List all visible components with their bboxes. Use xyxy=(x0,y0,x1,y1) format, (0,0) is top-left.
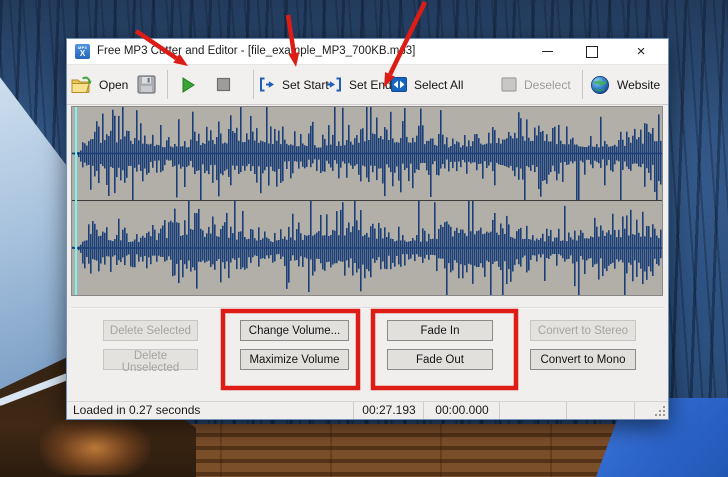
screen: MP3 X Free MP3 Cutter and Editor - [file… xyxy=(0,0,728,477)
globe-icon xyxy=(590,75,610,95)
website-button[interactable]: Website xyxy=(590,65,660,104)
play-button[interactable] xyxy=(179,65,197,104)
minimize-icon xyxy=(542,51,553,52)
resize-grip[interactable] xyxy=(654,405,667,418)
set-start-label: Set Start xyxy=(282,78,329,92)
toolbar-separator xyxy=(253,70,254,99)
background-window-glow xyxy=(40,415,150,475)
deselect-button[interactable]: Deselect xyxy=(501,65,571,104)
app-icon-letter: X xyxy=(75,50,90,58)
toolbar-separator xyxy=(167,70,168,99)
delete-unselected-button[interactable]: Delete Unselected xyxy=(103,349,198,370)
save-button[interactable] xyxy=(137,65,156,104)
fade-out-button[interactable]: Fade Out xyxy=(387,349,493,370)
deselect-icon xyxy=(501,77,517,92)
delete-selected-button[interactable]: Delete Selected xyxy=(103,320,198,341)
toolbar-separator xyxy=(582,70,583,99)
change-volume-button[interactable]: Change Volume... xyxy=(240,320,349,341)
close-button[interactable]: × xyxy=(624,39,658,64)
maximize-icon xyxy=(586,46,598,58)
deselect-label: Deselect xyxy=(524,78,571,92)
convert-to-mono-button[interactable]: Convert to Mono xyxy=(530,349,636,370)
maximize-volume-button[interactable]: Maximize Volume xyxy=(240,349,349,370)
title-bar[interactable]: MP3 X Free MP3 Cutter and Editor - [file… xyxy=(67,39,668,64)
set-end-button[interactable]: Set End xyxy=(326,65,392,104)
status-cell-empty xyxy=(566,402,635,419)
set-end-icon xyxy=(326,77,342,92)
convert-to-stereo-button[interactable]: Convert to Stereo xyxy=(530,320,636,341)
stop-button[interactable] xyxy=(216,65,231,104)
select-all-label: Select All xyxy=(414,78,463,92)
select-all-icon xyxy=(391,77,407,92)
playback-cursor[interactable] xyxy=(75,107,77,295)
save-floppy-icon xyxy=(137,75,156,94)
status-message: Loaded in 0.27 seconds xyxy=(73,402,200,419)
set-start-button[interactable]: Set Start xyxy=(259,65,329,104)
status-bar: Loaded in 0.27 seconds 00:27.193 00:00.0… xyxy=(67,401,668,419)
status-cell-empty xyxy=(499,402,567,419)
play-icon xyxy=(179,76,197,94)
open-label: Open xyxy=(99,78,128,92)
total-time: 00:27.193 xyxy=(353,402,424,419)
minimize-button[interactable] xyxy=(530,39,564,64)
position-time: 00:00.000 xyxy=(423,402,500,419)
app-icon: MP3 X xyxy=(75,44,90,59)
open-folder-icon xyxy=(71,76,92,93)
fade-in-button[interactable]: Fade In xyxy=(387,320,493,341)
toolbar: Open xyxy=(67,64,668,105)
website-label: Website xyxy=(617,78,660,92)
maximize-button[interactable] xyxy=(575,39,609,64)
set-start-icon xyxy=(259,77,275,92)
waveform-right-channel xyxy=(72,201,662,295)
waveform-left-channel xyxy=(72,107,662,200)
app-window: MP3 X Free MP3 Cutter and Editor - [file… xyxy=(66,38,669,420)
window-title: Free MP3 Cutter and Editor - [file_examp… xyxy=(97,39,415,64)
stop-icon xyxy=(216,77,231,92)
waveform-panel[interactable] xyxy=(71,106,663,296)
set-end-label: Set End xyxy=(349,78,392,92)
open-button[interactable]: Open xyxy=(71,65,128,104)
select-all-button[interactable]: Select All xyxy=(391,65,463,104)
separator-groove xyxy=(71,307,664,308)
